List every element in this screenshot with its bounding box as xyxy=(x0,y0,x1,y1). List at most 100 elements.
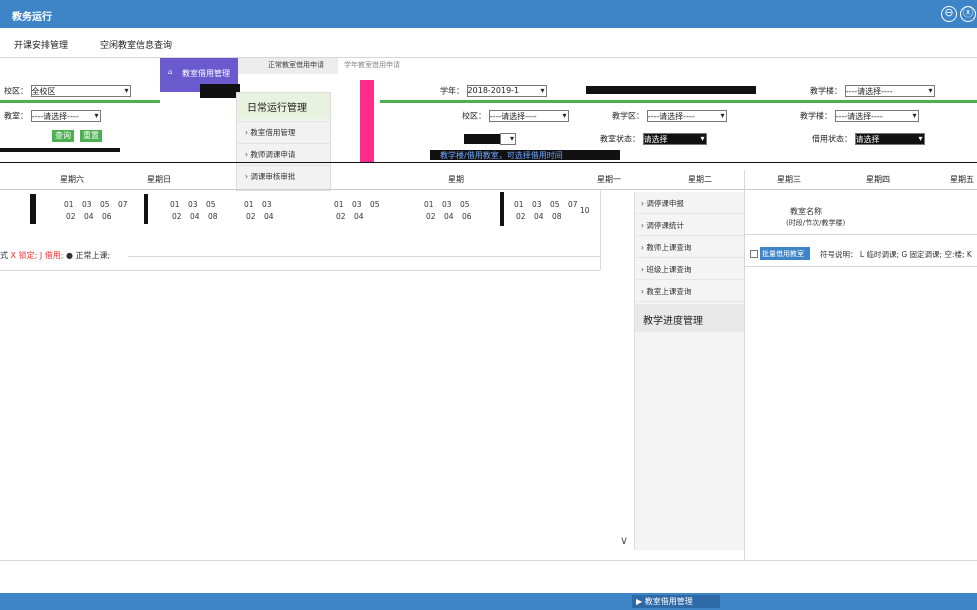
slot-label: 02 xyxy=(426,212,436,221)
slot-label: 03 xyxy=(262,200,272,209)
slot-label: 04 xyxy=(354,212,364,221)
campus-select[interactable]: 全校区 ▾ xyxy=(30,85,131,97)
slot-label: 01 xyxy=(64,200,74,209)
chevron-down-icon: ▾ xyxy=(124,86,129,95)
slot-label: 04 xyxy=(190,212,200,221)
chevron-down-icon: ▾ xyxy=(700,134,705,143)
window-titlebar: 教务运行 ⊖ ⓧ xyxy=(0,0,977,28)
overlay-dark-line xyxy=(0,148,120,152)
slot-label: 04 xyxy=(264,212,274,221)
overlay-dark xyxy=(200,84,240,98)
chevron-down-icon: ▾ xyxy=(540,86,545,95)
slot-label: 07 xyxy=(568,200,578,209)
bottom-bar xyxy=(0,593,977,610)
green-line xyxy=(380,100,977,103)
chevron-down-icon: ▾ xyxy=(562,111,567,120)
building2-label: 教学楼： xyxy=(800,111,832,121)
menu-item-teacher-adjust[interactable]: › 教师调课申请 xyxy=(237,143,330,163)
filter-status: 教室状态： 请选择 ▾ xyxy=(600,133,707,145)
rmenu-header-progress[interactable]: 教学进度管理 xyxy=(635,304,745,332)
legend-prefix: 式 xyxy=(0,251,8,260)
tab-free-room-query[interactable]: 空闲教室信息查询 xyxy=(100,38,172,51)
weekday-header: 星期六 星期日 星期 星期一 星期二 星期三 星期四 星期五 xyxy=(0,170,977,190)
rmenu-item-class-query[interactable]: › 班级上课查询 xyxy=(635,258,745,280)
slot-label: 07 xyxy=(118,200,128,209)
bottom-tab-label: 教室借用管理 xyxy=(644,597,693,606)
room-select-value: ----请选择---- xyxy=(31,112,79,121)
year-select[interactable]: 2018-2019-1 ▾ xyxy=(466,85,547,97)
slot-label: 01 xyxy=(424,200,434,209)
tab-room-borrow[interactable]: 教室借用管理 xyxy=(182,68,230,79)
reset-button[interactable]: 重置 xyxy=(80,130,102,142)
overlay-pink-bar xyxy=(360,80,374,162)
year-label: 学年： xyxy=(440,86,464,96)
building2-select[interactable]: ----请选择---- ▾ xyxy=(834,110,919,122)
filter-campus2: 校区： ----请选择---- ▾ xyxy=(462,110,569,122)
slot-label: 02 xyxy=(516,212,526,221)
query-button[interactable]: 查询 xyxy=(52,130,74,142)
day-tuesday: 星期二 xyxy=(688,175,712,184)
chevron-down-icon: ▾ xyxy=(918,134,923,143)
filter-row-2: 教室： ----请选择---- ▾ xyxy=(4,110,101,122)
campus2-label: 校区： xyxy=(462,111,486,121)
slot-label: 02 xyxy=(172,212,182,221)
use-status-label: 借用状态： xyxy=(812,134,852,144)
top-tabbar: 开课安排管理 空闲教室信息查询 xyxy=(0,28,977,58)
use-status-select[interactable]: 请选择 ▾ xyxy=(854,133,925,145)
campus-label: 校区： xyxy=(4,86,28,96)
teach-area-select[interactable]: ----请选择---- ▾ xyxy=(646,110,727,122)
tab-normal-borrow[interactable]: 正常教室借用申请 xyxy=(268,60,324,70)
room-select[interactable]: ----请选择---- ▾ xyxy=(30,110,101,122)
year-select-value: 2018-2019-1 xyxy=(467,86,520,95)
slot-label: 02 xyxy=(336,212,346,221)
slot-label: 06 xyxy=(462,212,472,221)
day-thursday: 星期四 xyxy=(866,175,890,184)
slot-label: 03 xyxy=(352,200,362,209)
slot-label: 03 xyxy=(442,200,452,209)
tab-year-borrow[interactable]: 学年教室借用申请 xyxy=(344,60,400,70)
day-monday: 星期一 xyxy=(597,175,621,184)
slot-label: 05 xyxy=(370,200,380,209)
slot-label: 04 xyxy=(84,212,94,221)
rmenu-item-report[interactable]: › 调停课申报 xyxy=(635,192,745,214)
menu-header: 日常运行管理 xyxy=(237,93,330,119)
status-select[interactable]: 请选择 ▾ xyxy=(642,133,707,145)
slot-row: 01 03 05 07 02 04 06 01 03 05 02 04 08 0… xyxy=(0,190,630,230)
campus2-select[interactable]: ----请选择---- ▾ xyxy=(488,110,569,122)
filter-row-1: 校区： 全校区 ▾ xyxy=(4,85,131,97)
batch-checkbox[interactable] xyxy=(750,250,758,258)
rmenu-item-teacher-query[interactable]: › 教师上课查询 xyxy=(635,236,745,258)
slot-label: 06 xyxy=(102,212,112,221)
divider xyxy=(0,162,977,163)
slot-label: 01 xyxy=(334,200,344,209)
small-select[interactable]: ▾ xyxy=(500,133,516,145)
tab-course-arrangement[interactable]: 开课安排管理 xyxy=(14,38,68,51)
slot-label: 05 xyxy=(100,200,110,209)
filter-row-building: 教学楼： ----请选择---- ▾ xyxy=(810,85,935,97)
legend-divider xyxy=(128,256,600,257)
bottom-tab-room-borrow[interactable]: ▶ 教室借用管理 xyxy=(632,595,720,608)
building-select[interactable]: ----请选择---- ▾ xyxy=(844,85,935,97)
teach-area-label: 教学区： xyxy=(612,111,644,121)
chevron-down-icon[interactable]: ∨ xyxy=(620,534,628,547)
minimize-icon[interactable]: ⊖ xyxy=(941,6,957,22)
rmenu-item-stats[interactable]: › 调停课统计 xyxy=(635,214,745,236)
slot-label: 02 xyxy=(246,212,256,221)
campus2-select-value: ----请选择---- xyxy=(489,112,537,121)
filter-teach-area: 教学区： ----请选择---- ▾ xyxy=(612,110,727,122)
slot-label: 02 xyxy=(66,212,76,221)
rmenu-item-room-query[interactable]: › 教室上课查询 xyxy=(635,280,745,302)
divider xyxy=(600,190,601,270)
overlay-dark-strip xyxy=(586,86,756,94)
chevron-down-icon: ▾ xyxy=(720,111,725,120)
overlay-dark xyxy=(500,192,504,226)
symbol-legend: 符号说明： L 临时调课; G 固定调课; 空:楼; K xyxy=(820,250,972,259)
close-icon[interactable]: ⓧ xyxy=(960,6,976,22)
day-saturday: 星期六 xyxy=(60,175,84,184)
chevron-down-icon: ▾ xyxy=(912,111,917,120)
legend-lock: X 锁定; xyxy=(10,251,38,260)
filter-use-status: 借用状态： 请选择 ▾ xyxy=(812,133,925,145)
batch-borrow-button[interactable]: 批量借用教室 xyxy=(760,247,810,260)
slot-label: 05 xyxy=(206,200,216,209)
menu-item-room-borrow[interactable]: › 教室借用管理 xyxy=(237,121,330,141)
